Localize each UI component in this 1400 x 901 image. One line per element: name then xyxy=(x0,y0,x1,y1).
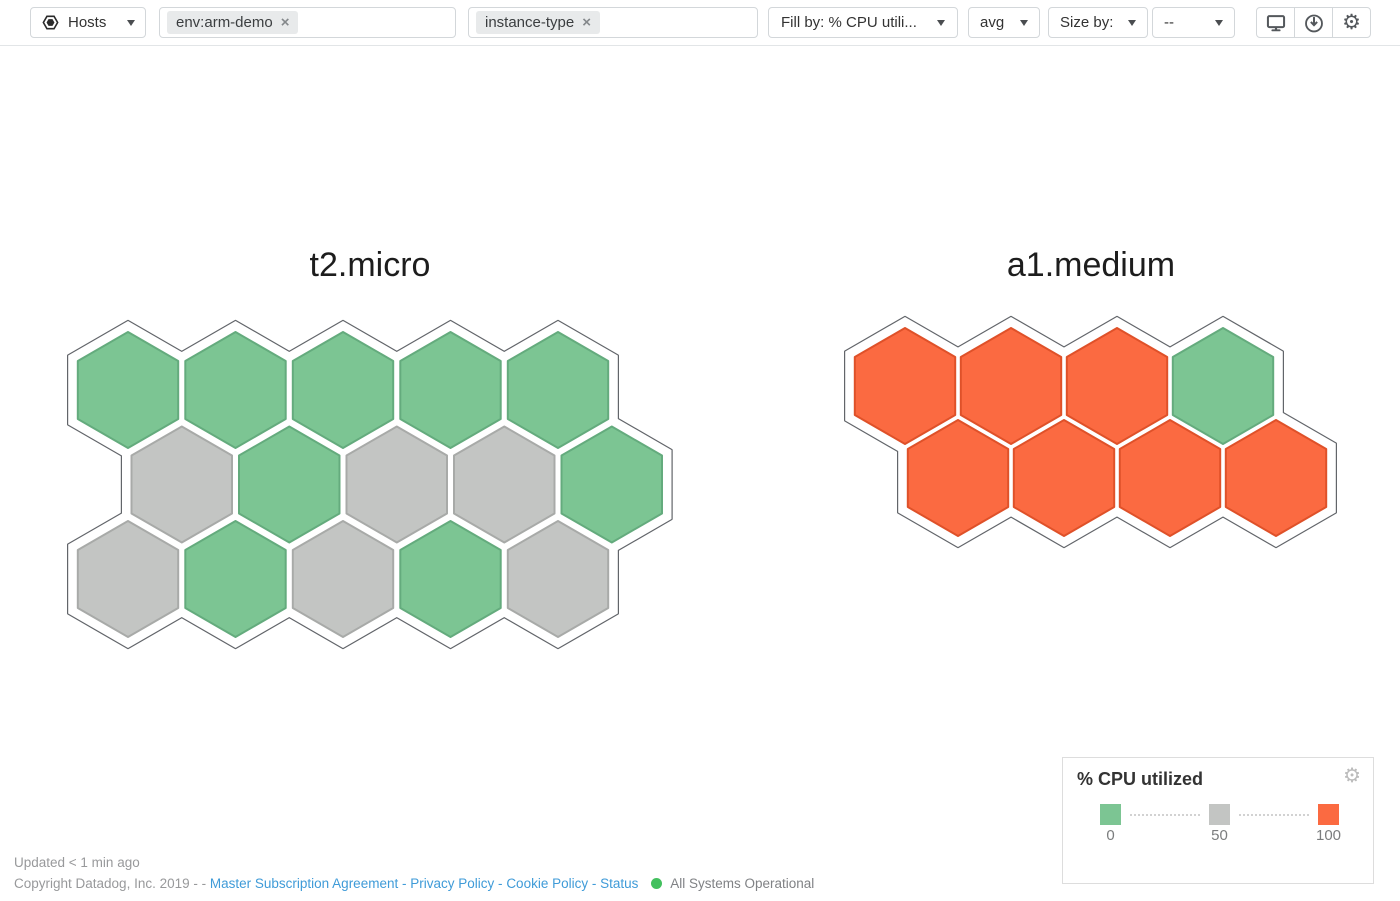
chevron-down-icon xyxy=(937,20,945,26)
remove-filter-icon[interactable]: × xyxy=(281,15,290,30)
link-cookie-policy[interactable]: Cookie Policy xyxy=(506,876,588,891)
legend-card: % CPU utilized ⚙ 0 50 100 xyxy=(1062,757,1374,884)
legend-dotted-connector xyxy=(1130,814,1200,816)
legend-title: % CPU utilized xyxy=(1077,769,1203,790)
download-icon xyxy=(1303,12,1325,34)
legend-tick: 100 xyxy=(1298,827,1359,844)
gear-icon[interactable]: ⚙ xyxy=(1343,765,1361,785)
footer-bar: Copyright Datadog, Inc. 2019 - - Master … xyxy=(14,876,814,891)
link-status[interactable]: Status xyxy=(600,876,638,891)
fullscreen-button[interactable] xyxy=(1257,8,1294,37)
chevron-down-icon xyxy=(1215,20,1223,26)
filter-chip-label: env:arm-demo xyxy=(176,14,273,31)
download-button[interactable] xyxy=(1294,8,1332,37)
cluster-title: t2.micro xyxy=(310,246,431,285)
chevron-down-icon xyxy=(1020,20,1028,26)
size-by-value: -- xyxy=(1164,14,1174,31)
updated-status: Updated < 1 min ago xyxy=(14,855,140,870)
fill-by-select[interactable]: Fill by: % CPU utili... xyxy=(768,7,958,38)
filter-input-instance-type[interactable]: instance-type × xyxy=(468,7,758,38)
fill-by-label: Fill by: % CPU utili... xyxy=(781,14,917,31)
aggregation-label: avg xyxy=(980,14,1004,31)
settings-button[interactable]: ⚙ xyxy=(1332,8,1370,37)
host-cluster-t2.micro xyxy=(68,321,671,648)
size-by-label: Size by: xyxy=(1060,14,1113,31)
link-separator: - xyxy=(402,876,407,891)
hostmap-page: Hosts env:arm-demo × instance-type × Fil… xyxy=(0,0,1400,901)
filter-chip-env[interactable]: env:arm-demo × xyxy=(167,11,298,34)
status-ok-icon xyxy=(651,878,662,889)
link-separator: - xyxy=(498,876,503,891)
chevron-down-icon xyxy=(1128,20,1136,26)
hosts-label: Hosts xyxy=(68,14,106,31)
host-cluster-a1.medium xyxy=(845,317,1336,547)
filter-input-env[interactable]: env:arm-demo × xyxy=(159,7,456,38)
view-actions-group: ⚙ xyxy=(1256,7,1371,38)
legend-swatch-mid xyxy=(1209,804,1230,825)
remove-filter-icon[interactable]: × xyxy=(582,15,591,30)
link-separator: - xyxy=(592,876,597,891)
legend-swatch-low xyxy=(1100,804,1121,825)
link-privacy-policy[interactable]: Privacy Policy xyxy=(410,876,494,891)
link-master-subscription-agreement[interactable]: Master Subscription Agreement xyxy=(210,876,398,891)
copyright-text: Copyright Datadog, Inc. 2019 - - xyxy=(14,876,206,891)
hosts-dropdown[interactable]: Hosts xyxy=(30,7,146,38)
legend-tick: 50 xyxy=(1189,827,1250,844)
chevron-down-icon xyxy=(127,20,135,26)
size-by-select[interactable]: Size by: xyxy=(1048,7,1148,38)
filter-chip-label: instance-type xyxy=(485,14,574,31)
aggregation-select[interactable]: avg xyxy=(968,7,1040,38)
gear-icon: ⚙ xyxy=(1342,12,1361,33)
monitor-icon xyxy=(1265,12,1287,34)
legend-swatch-high xyxy=(1318,804,1339,825)
legend-dotted-connector xyxy=(1239,814,1309,816)
status-text: All Systems Operational xyxy=(670,876,814,891)
size-by-value-select[interactable]: -- xyxy=(1152,7,1235,38)
cluster-title: a1.medium xyxy=(1007,246,1175,285)
filter-chip-instance-type[interactable]: instance-type × xyxy=(476,11,600,34)
hexagon-icon xyxy=(41,13,60,32)
legend-tick: 0 xyxy=(1080,827,1141,844)
top-toolbar: Hosts env:arm-demo × instance-type × Fil… xyxy=(0,0,1400,46)
